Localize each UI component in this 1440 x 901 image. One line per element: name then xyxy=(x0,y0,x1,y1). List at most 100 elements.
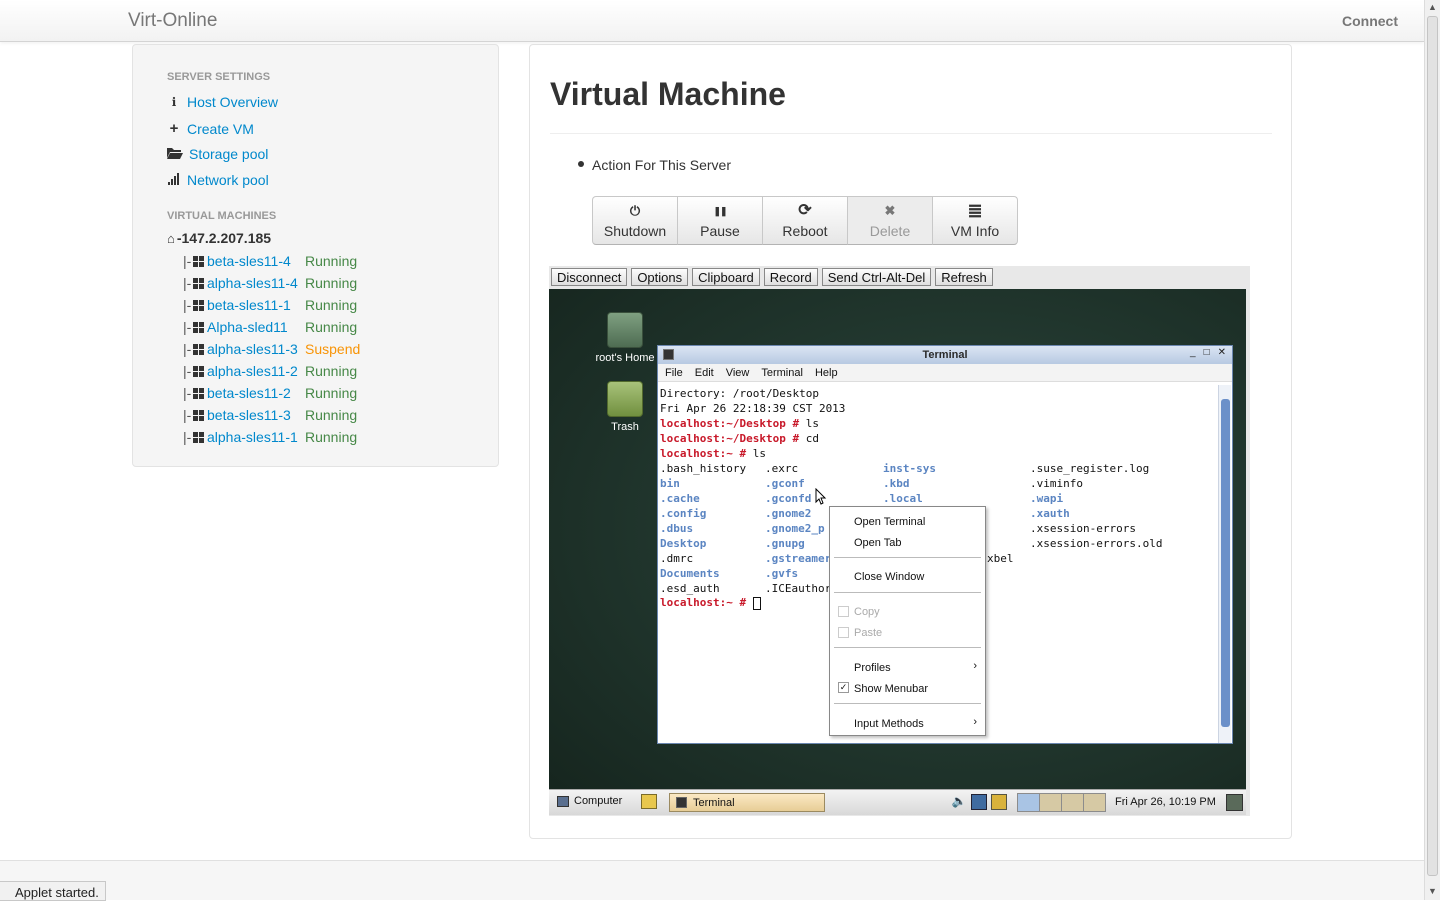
maximize-icon[interactable]: □ xyxy=(1204,347,1210,358)
page-title: Virtual Machine xyxy=(550,76,786,112)
menu-item-input-methods[interactable]: Input Methods xyxy=(854,717,924,731)
vm-status: Running xyxy=(305,297,358,313)
menu-edit[interactable]: Edit xyxy=(695,367,714,379)
vm-row[interactable]: |- alpha-sles11-3 Suspend xyxy=(183,340,360,358)
panel-clock[interactable]: Fri Apr 26, 10:19 PM xyxy=(1115,796,1216,808)
sidebar-item-create-vm[interactable]: + Create VM xyxy=(167,120,254,137)
remote-desktop-screen[interactable]: root's Home Trash Terminal _ □ ✕ File Ed… xyxy=(549,289,1246,815)
vm-link[interactable]: alpha-sles11-1 xyxy=(207,429,305,445)
vm-link[interactable]: beta-sles11-3 xyxy=(207,407,305,423)
tree-connector: |- xyxy=(183,275,192,291)
show-desktop-icon[interactable] xyxy=(1226,794,1243,811)
desktop-icon-trash[interactable]: Trash xyxy=(590,381,660,433)
menu-item-profiles[interactable]: Profiles xyxy=(854,661,891,675)
menu-separator xyxy=(834,703,981,704)
file-entry: Desktop xyxy=(660,537,707,550)
sidebar-item-label: Network pool xyxy=(187,172,269,188)
vm-link[interactable]: beta-sles11-1 xyxy=(207,297,305,313)
menu-file[interactable]: File xyxy=(665,367,683,379)
menu-help[interactable]: Help xyxy=(815,367,838,379)
vm-row[interactable]: |- beta-sles11-2 Running xyxy=(183,384,357,402)
file-entry: .kbd xyxy=(883,477,910,490)
display-icon[interactable] xyxy=(991,794,1007,810)
menu-item-open-tab[interactable]: Open Tab xyxy=(854,536,902,550)
sidebar-item-network-pool[interactable]: Network pool xyxy=(167,172,269,188)
workspace-switcher[interactable] xyxy=(1017,793,1106,812)
vm-row[interactable]: |- Alpha-sled11 Running xyxy=(183,318,357,336)
refresh-button[interactable]: Refresh xyxy=(935,268,993,286)
notes-icon[interactable] xyxy=(641,794,657,809)
vm-info-button[interactable]: ≣ VM Info xyxy=(932,196,1018,245)
vm-link[interactable]: alpha-sles11-2 xyxy=(207,363,305,379)
vm-link[interactable]: Alpha-sled11 xyxy=(207,319,305,335)
send-ctrl-alt-del-button[interactable]: Send Ctrl-Alt-Del xyxy=(821,268,932,286)
terminal-titlebar[interactable]: Terminal _ □ ✕ xyxy=(658,346,1232,364)
tree-connector: |- xyxy=(183,253,192,269)
menu-terminal[interactable]: Terminal xyxy=(761,367,803,379)
vm-row[interactable]: |- alpha-sles11-1 Running xyxy=(183,428,357,446)
terminal-line: localhost:~/Desktop # cd xyxy=(660,431,819,446)
taskbar-item-terminal[interactable]: Terminal xyxy=(669,793,825,812)
reboot-button[interactable]: ⟳ Reboot xyxy=(762,196,848,245)
sidebar-item-storage-pool[interactable]: Storage pool xyxy=(167,146,268,162)
minimize-icon[interactable]: _ xyxy=(1190,347,1196,358)
file-entry: .exrc xyxy=(765,462,799,475)
menu-separator xyxy=(834,557,981,558)
home-folder-icon xyxy=(607,312,643,348)
action-label-text: Action For This Server xyxy=(592,157,732,173)
close-icon[interactable]: ✕ xyxy=(1218,347,1226,358)
sidebar-item-host-overview[interactable]: ℹ Host Overview xyxy=(167,94,278,110)
workspace-4[interactable] xyxy=(1083,793,1106,812)
copy-icon xyxy=(838,606,849,617)
workspace-1[interactable] xyxy=(1017,793,1040,812)
tree-connector: |- xyxy=(183,429,192,445)
menu-view[interactable]: View xyxy=(726,367,750,379)
disconnect-button[interactable]: Disconnect xyxy=(551,268,628,286)
file-entry: .gconf xyxy=(765,477,805,490)
scroll-up-icon[interactable]: ▲ xyxy=(1428,2,1437,12)
vm-link[interactable]: beta-sles11-2 xyxy=(207,385,305,401)
computer-menu[interactable]: Computer xyxy=(557,795,622,807)
scrollbar-thumb[interactable] xyxy=(1427,16,1438,876)
file-entry: .dbus xyxy=(660,522,694,535)
pause-button[interactable]: ❚❚ Pause xyxy=(677,196,763,245)
vm-status: Running xyxy=(305,253,358,269)
volume-icon[interactable]: 🔈 xyxy=(951,794,967,810)
vm-link[interactable]: alpha-sles11-3 xyxy=(207,341,305,357)
options-button[interactable]: Options xyxy=(631,268,689,286)
workspace-2[interactable] xyxy=(1039,793,1062,812)
vm-row[interactable]: |- beta-sles11-4 Running xyxy=(183,252,357,270)
terminal-scrollbar-thumb[interactable] xyxy=(1221,399,1230,727)
record-button[interactable]: Record xyxy=(763,268,818,286)
scroll-down-icon[interactable]: ▼ xyxy=(1428,886,1437,896)
system-tray: 🔈 xyxy=(951,794,1007,810)
vm-row[interactable]: |- beta-sles11-1 Running xyxy=(183,296,357,314)
virtual-machines-header: VIRTUAL MACHINES xyxy=(167,210,277,222)
host-node[interactable]: ⌂ -147.2.207.185 xyxy=(167,230,271,246)
shutdown-button[interactable]: ⏻ Shutdown xyxy=(592,196,678,245)
delete-button[interactable]: ✖ Delete xyxy=(847,196,933,245)
vm-row[interactable]: |- alpha-sles11-2 Running xyxy=(183,362,357,380)
terminal-scrollbar[interactable] xyxy=(1218,385,1231,743)
vm-row[interactable]: |- beta-sles11-3 Running xyxy=(183,406,357,424)
menu-item-copy[interactable]: Copy xyxy=(854,605,880,619)
vm-grid-icon xyxy=(193,431,204,443)
menu-item-open-terminal[interactable]: Open Terminal xyxy=(854,515,925,529)
prompt: localhost:~/Desktop # xyxy=(660,417,800,430)
menu-item-show-menubar[interactable]: Show Menubar xyxy=(854,682,928,696)
button-label: Delete xyxy=(869,222,911,239)
file-entry: .config xyxy=(660,507,707,520)
network-icon[interactable] xyxy=(971,794,987,810)
page-scrollbar[interactable]: ▲ ▼ xyxy=(1424,0,1440,900)
vm-row[interactable]: |- alpha-sles11-4 Running xyxy=(183,274,357,292)
checkbox-checked-icon[interactable]: ✓ xyxy=(838,682,849,693)
vm-link[interactable]: beta-sles11-4 xyxy=(207,253,305,269)
menu-item-close-window[interactable]: Close Window xyxy=(854,570,924,584)
connect-link[interactable]: Connect xyxy=(1342,13,1398,29)
menu-item-paste[interactable]: Paste xyxy=(854,626,882,640)
vm-link[interactable]: alpha-sles11-4 xyxy=(207,275,305,291)
desktop-icon-home[interactable]: root's Home xyxy=(590,312,660,364)
brand-logo[interactable]: Virt-Online xyxy=(128,10,217,32)
workspace-3[interactable] xyxy=(1061,793,1084,812)
clipboard-button[interactable]: Clipboard xyxy=(692,268,760,286)
